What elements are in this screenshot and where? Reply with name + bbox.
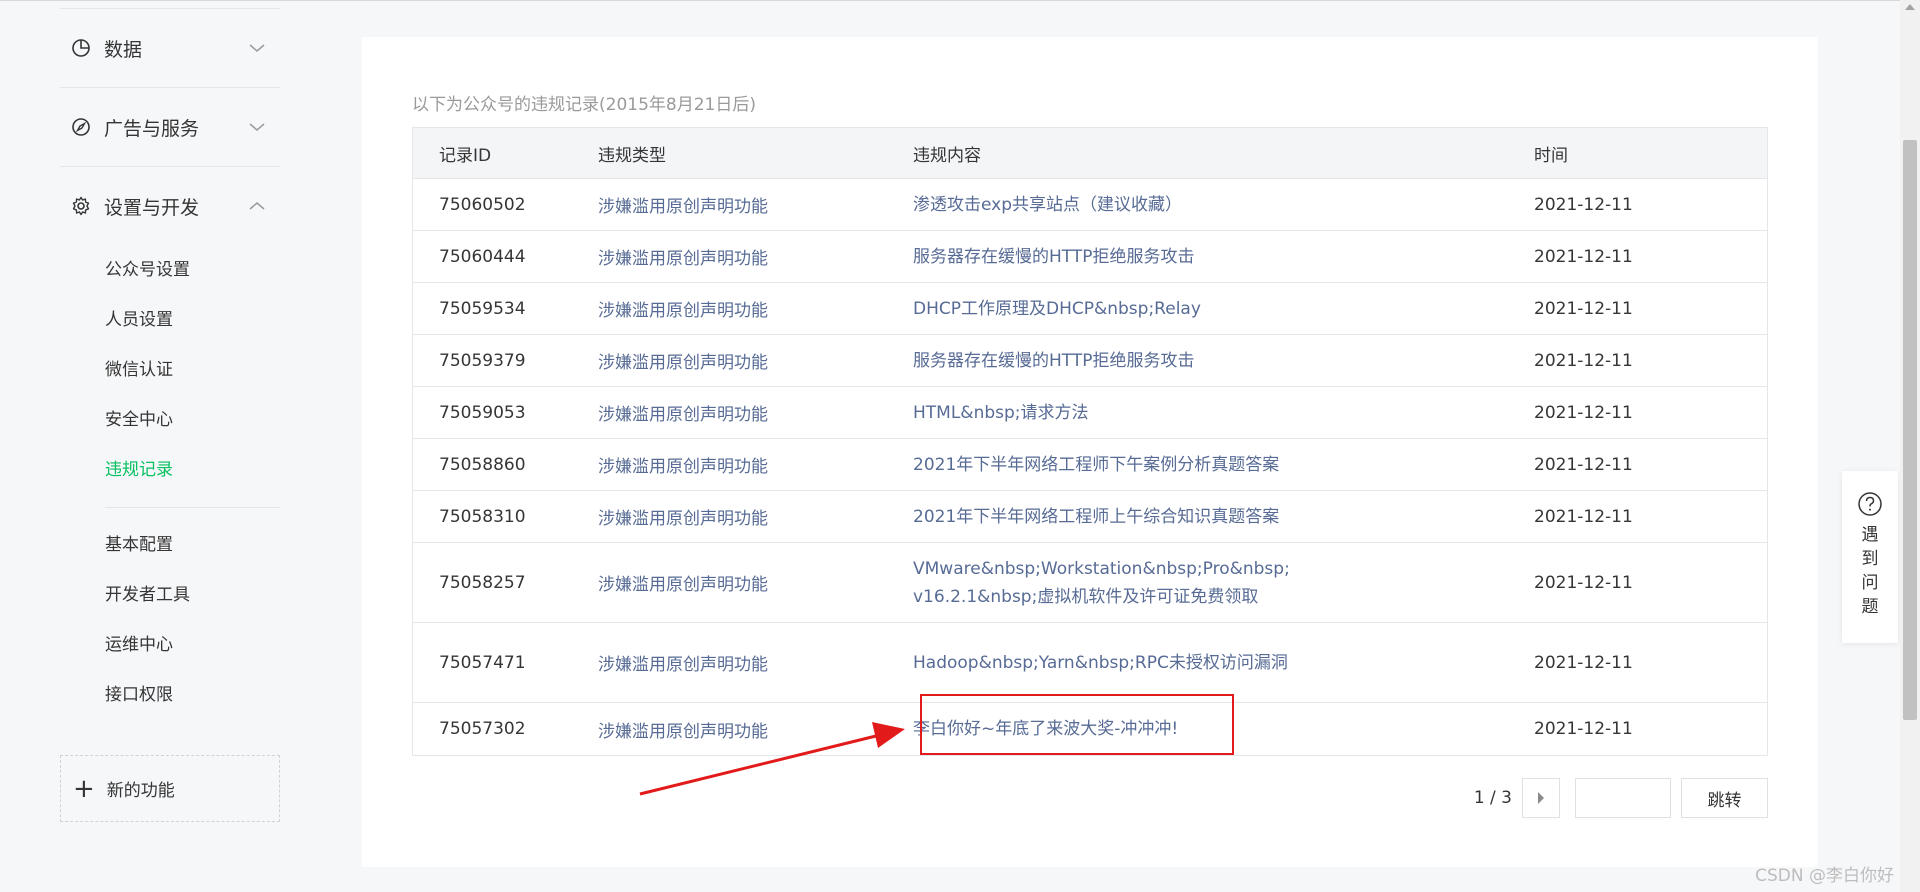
scrollbar[interactable] (1900, 0, 1920, 892)
help-button[interactable]: 遇到问题 (1842, 471, 1898, 643)
scrollbar-thumb[interactable] (1903, 140, 1917, 720)
watermark: CSDN @李白你好 (1755, 866, 1894, 886)
annotation-arrow-icon (639, 722, 905, 796)
help-label: 遇到问题 (1861, 525, 1879, 617)
scroll-up-arrow-icon[interactable] (1905, 4, 1915, 10)
question-icon (1858, 492, 1882, 516)
